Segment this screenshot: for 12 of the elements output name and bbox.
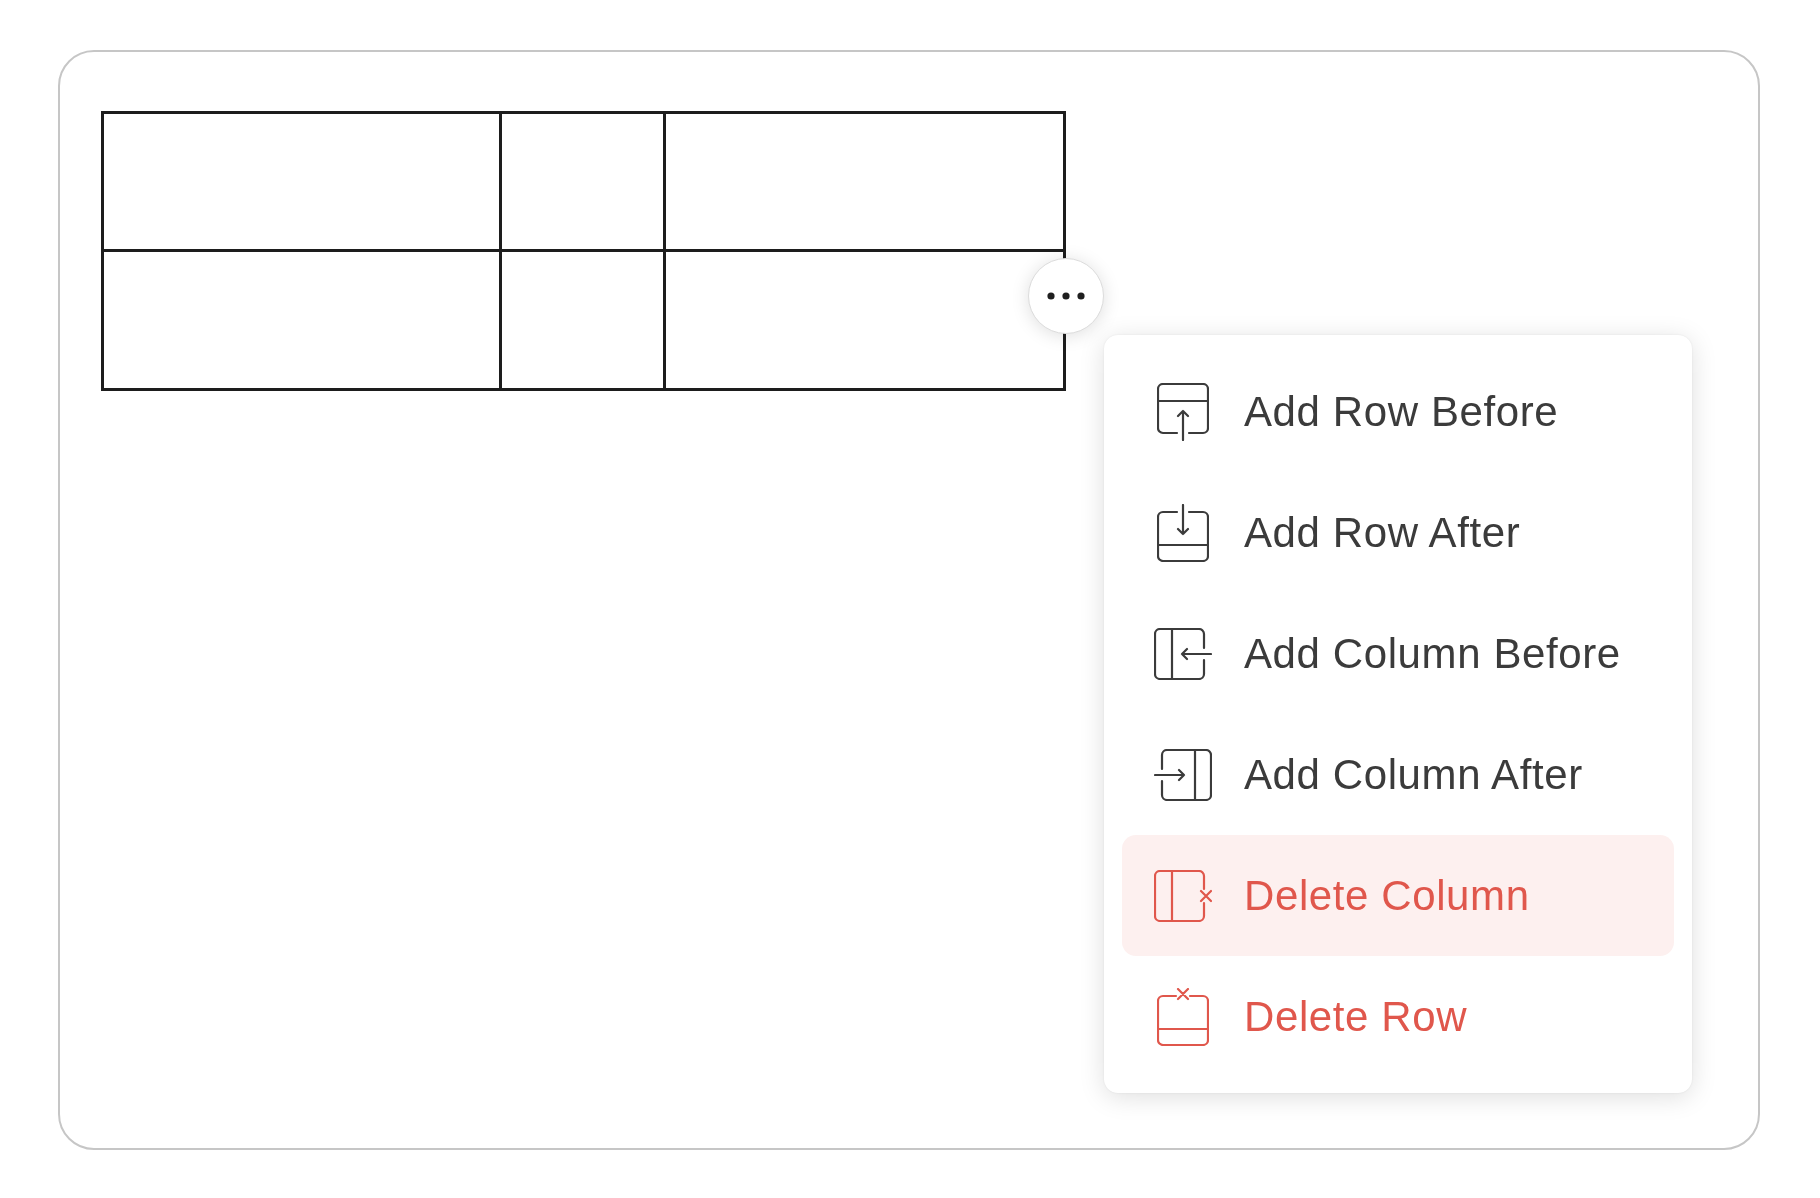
menu-item[interactable]: Delete Row bbox=[1122, 956, 1674, 1077]
column-left-arrow-icon bbox=[1154, 627, 1212, 680]
column-right-arrow-icon bbox=[1154, 748, 1212, 801]
more-icon bbox=[1047, 292, 1085, 300]
menu-item[interactable]: Add Column After bbox=[1122, 714, 1674, 835]
row-cross-icon bbox=[1157, 987, 1209, 1046]
row-up-arrow-icon bbox=[1157, 382, 1209, 441]
menu-item[interactable]: Add Column Before bbox=[1122, 593, 1674, 714]
column-cross-icon bbox=[1154, 869, 1212, 922]
menu-item[interactable]: Add Row Before bbox=[1122, 351, 1674, 472]
menu-item[interactable]: Add Row After bbox=[1122, 472, 1674, 593]
row-down-arrow-icon bbox=[1157, 503, 1209, 562]
